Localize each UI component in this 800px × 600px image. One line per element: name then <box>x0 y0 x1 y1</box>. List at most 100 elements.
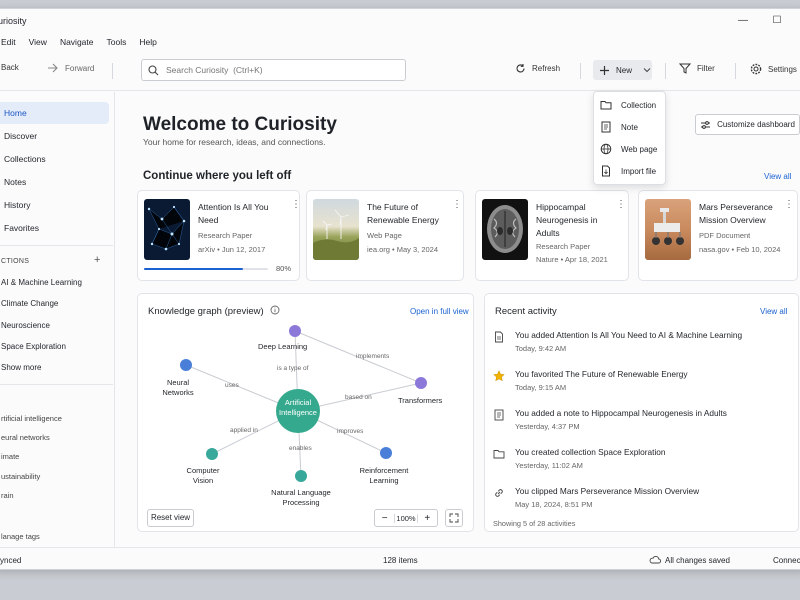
manage-tags-link[interactable]: lanage tags <box>1 532 40 541</box>
new-collection-item[interactable]: Collection <box>600 96 656 114</box>
new-web-page-item[interactable]: Web page <box>600 140 657 158</box>
recent-card[interactable]: Hippocampal Neurogenesis in Adults Resea… <box>475 190 629 281</box>
back-button[interactable]: Back <box>1 63 19 72</box>
reset-view-button[interactable]: Reset view <box>147 509 194 527</box>
knowledge-graph-panel: Knowledge graph (preview) Open in full v… <box>137 293 474 532</box>
card-more-icon[interactable]: ⋮ <box>452 199 462 210</box>
graph-node-reinforcement-learning[interactable] <box>380 447 392 459</box>
zoom-in-button[interactable]: + <box>418 513 437 524</box>
sidebar-item-home[interactable]: Home <box>0 102 109 124</box>
zoom-out-button[interactable]: − <box>375 513 394 524</box>
brain-scan-thumbnail <box>482 199 528 260</box>
card-title: Hippocampal Neurogenesis in Adults <box>536 202 598 238</box>
card-meta: nasa.gov • Feb 10, 2024 <box>699 245 781 254</box>
activity-view-all-link[interactable]: View all <box>760 307 787 316</box>
collection-climate-change[interactable]: Climate Change <box>1 299 58 308</box>
tag-climate[interactable]: imate <box>1 452 19 461</box>
graph-node-computer-vision[interactable] <box>206 448 218 460</box>
menu-view[interactable]: View <box>29 33 47 51</box>
refresh-button[interactable]: Refresh <box>515 63 560 74</box>
graph-edge-label: uses <box>225 382 239 389</box>
import-file-item[interactable]: Import file <box>600 162 656 180</box>
sidebar-item-notes[interactable]: Notes <box>0 171 109 193</box>
chevron-down-icon <box>643 68 651 73</box>
show-more-link[interactable]: Show more <box>1 363 41 372</box>
tag-brain[interactable]: rain <box>1 491 14 500</box>
tag-artificial-intelligence[interactable]: rtificial intelligence <box>1 414 62 423</box>
card-type: Web Page <box>367 231 402 240</box>
forward-button[interactable]: Forward <box>47 63 94 73</box>
graph-node-deep-learning[interactable] <box>289 325 301 337</box>
folder-icon <box>493 450 505 459</box>
activity-text: You added Attention Is All You Need to A… <box>515 330 743 340</box>
page-title: Welcome to Curiosity <box>143 114 337 135</box>
recent-card[interactable]: The Future of Renewable Energy Web Page … <box>306 190 464 281</box>
sliders-icon <box>701 120 711 129</box>
activity-time: May 18, 2024, 8:51 PM <box>515 500 593 509</box>
reading-progress-fill <box>144 268 244 270</box>
menu-tools[interactable]: Tools <box>107 33 127 51</box>
refresh-label: Refresh <box>532 64 561 73</box>
sidebar-item-discover[interactable]: Discover <box>0 125 109 147</box>
refresh-icon <box>516 64 525 73</box>
star-icon <box>493 370 505 382</box>
new-button[interactable]: New <box>593 60 652 80</box>
sidebar-divider <box>0 384 113 385</box>
folder-icon <box>600 101 612 110</box>
graph-node-neural-networks[interactable] <box>180 359 192 371</box>
menu-help[interactable]: Help <box>139 33 156 51</box>
recent-card[interactable]: Attention Is All You Need Research Paper… <box>137 190 301 281</box>
sidebar: Home Discover Collections Notes History … <box>0 92 115 547</box>
tag-sustainability[interactable]: ustainability <box>1 472 40 481</box>
graph-node-nlp[interactable] <box>295 470 307 482</box>
recent-card[interactable]: Mars Perseverance Mission Overview PDF D… <box>638 190 798 281</box>
expand-icon <box>449 513 459 523</box>
minimize-icon[interactable]: — <box>731 13 755 29</box>
tag-neural-networks[interactable]: eural networks <box>1 433 50 442</box>
new-menu: Collection Note Web page Import file <box>593 91 666 185</box>
fullscreen-button[interactable] <box>445 509 463 527</box>
back-label: Back <box>1 63 19 72</box>
globe-icon <box>600 143 612 155</box>
note-icon <box>601 121 611 133</box>
graph-edge-label: enables <box>289 445 312 452</box>
menu-edit[interactable]: Edit <box>1 33 16 51</box>
search-box[interactable] <box>141 59 406 81</box>
new-note-label: Note <box>621 122 638 132</box>
activity-text: You clipped Mars Perseverance Mission Ov… <box>515 486 700 496</box>
link-icon <box>495 489 503 497</box>
sidebar-item-collections[interactable]: Collections <box>0 148 109 170</box>
toolbar-divider <box>665 63 666 79</box>
graph-label-transformers: Transformers <box>398 396 443 405</box>
search-input[interactable] <box>166 65 386 75</box>
graph-edge-label: applied in <box>230 427 258 434</box>
card-title: Mars Perseverance Mission Overview <box>699 202 773 225</box>
maximize-icon[interactable]: ☐ <box>765 13 789 29</box>
activity-time: Today, 9:42 AM <box>515 344 567 353</box>
activity-text: You added a note to Hippocampal Neurogen… <box>515 408 727 418</box>
new-note-item[interactable]: Note <box>600 118 638 136</box>
collection-ai-ml[interactable]: AI & Machine Learning <box>1 278 82 287</box>
filter-button[interactable]: Filter <box>679 63 715 74</box>
sidebar-item-favorites[interactable]: Favorites <box>0 217 109 239</box>
card-type: Research Paper <box>198 231 253 240</box>
settings-button[interactable]: Settings <box>750 63 797 75</box>
add-collection-icon[interactable]: + <box>94 254 100 266</box>
sync-status: ynced <box>0 556 22 565</box>
toolbar-divider <box>112 63 113 79</box>
mars-rover-thumbnail <box>645 199 691 260</box>
customize-dashboard-button[interactable]: Customize dashboard <box>695 114 800 135</box>
note-icon <box>494 409 504 421</box>
filter-label: Filter <box>697 64 715 73</box>
card-more-icon[interactable]: ⋮ <box>616 199 626 210</box>
graph-node-transformers[interactable] <box>415 377 427 389</box>
collection-neuroscience[interactable]: Neuroscience <box>1 321 50 330</box>
menu-navigate[interactable]: Navigate <box>60 33 94 51</box>
activity-count: Showing 5 of 28 activities <box>493 519 576 528</box>
card-more-icon[interactable]: ⋮ <box>784 199 794 210</box>
continue-view-all-link[interactable]: View all <box>764 172 791 181</box>
sidebar-item-history[interactable]: History <box>0 194 109 216</box>
card-more-icon[interactable]: ⋮ <box>291 199 301 210</box>
card-meta: Nature • Apr 18, 2021 <box>536 255 608 264</box>
collection-space-exploration[interactable]: Space Exploration <box>1 342 66 351</box>
